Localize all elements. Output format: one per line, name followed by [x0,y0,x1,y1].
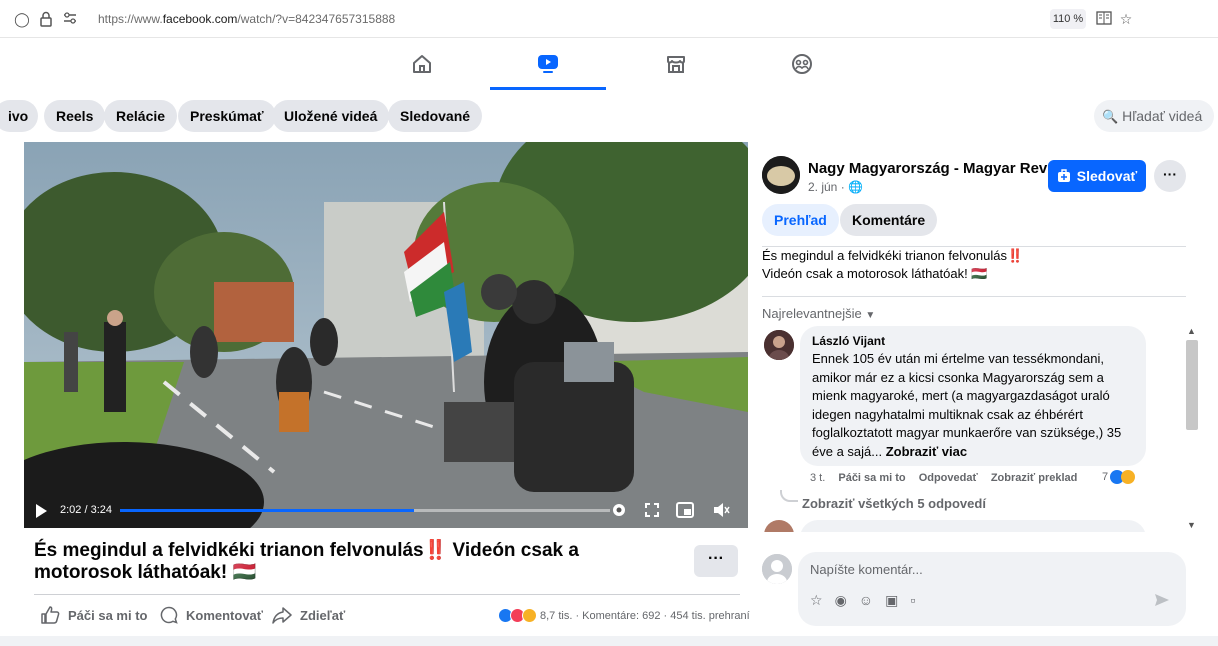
comment-like-link[interactable]: Páči sa mi to [838,472,905,484]
settings-icon[interactable] [610,501,628,524]
play-icon[interactable] [34,503,48,524]
post-description-line-2: Videón csak a motorosok láthatóak! 🇭🇺 [762,266,988,281]
haha-reaction-icon [1121,470,1136,484]
tab-overview[interactable]: Prehľad [762,204,839,236]
nav-tab-watch[interactable] [490,38,606,90]
follow-icon [1057,169,1070,182]
haha-reaction-icon [522,608,537,623]
post-date[interactable]: 2. jún · 🌐 [808,180,863,194]
video-progress-fill [120,509,414,512]
permissions-icon[interactable] [62,11,78,27]
comment-translate-link[interactable]: Zobraziť preklad [991,472,1078,484]
share-button[interactable]: Zdieľať [272,606,345,624]
scroll-down-icon[interactable]: ▼ [1187,520,1196,530]
camera-icon[interactable]: ▫ [910,592,915,609]
comment-reply-link[interactable]: Odpovedať [919,472,978,484]
comment-author[interactable]: László Vijant [812,334,1134,348]
volume-icon[interactable] [712,502,730,523]
facebook-top-nav [0,38,1218,90]
sticker-icon[interactable]: ◉ [835,592,847,609]
zoom-level-badge[interactable]: 110 % [1050,9,1086,29]
pill-shows[interactable]: Relácie [104,100,178,132]
pill-saved-videos[interactable]: Uložené videá [272,100,390,132]
post-description-line-1: És megindul a felvidkéki trianon felvonu… [762,248,1024,263]
pill-explore[interactable]: Preskúmať [178,100,276,132]
reaction-stats[interactable]: 8,7 tis. · Komentáre: 692 · 454 tis. pre… [498,608,750,623]
nav-tab-home[interactable] [364,38,480,90]
url-field[interactable]: https://www.facebook.com/watch/?v=842347… [98,12,395,26]
pill-reels[interactable]: Reels [44,100,106,132]
watch-icon [538,54,558,73]
comment-actions: 3 t. Páči sa mi to Odpovedať Zobraziť pr… [810,472,1087,484]
like-button[interactable]: Páči sa mi to [40,606,147,624]
see-more-link[interactable]: Zobraziť viac [886,444,967,459]
comment-input-placeholder[interactable]: Napíšte komentár... [810,562,923,577]
pill-following[interactable]: Sledované [388,100,483,132]
bookmark-star-icon[interactable]: ☆ [1118,11,1134,27]
video-player[interactable]: 2:02 / 3:24 [24,142,748,528]
comment-icon [160,606,178,624]
miniplayer-icon[interactable] [676,502,694,523]
video-frame [24,142,748,528]
pill-live[interactable]: ivo [0,100,39,132]
nav-tab-marketplace[interactable] [618,38,734,90]
thumbs-up-icon [41,606,60,624]
groups-icon [792,54,812,74]
share-icon [272,607,292,624]
current-user-avatar[interactable] [762,554,792,584]
home-icon [413,55,431,73]
gif-icon[interactable]: ▣ [885,592,898,609]
scroll-up-icon[interactable]: ▲ [1187,326,1196,336]
commenter-avatar[interactable] [764,520,794,532]
video-title: És megindul a felvidkéki trianon felvonu… [34,540,579,583]
comment-text: Ennek 105 év után mi értelme van tessékm… [812,351,1122,459]
comments-list: László Vijant Ennek 105 év után mi értel… [760,326,1200,532]
nav-tab-groups[interactable] [744,38,860,90]
reply-thread-line [780,490,798,502]
comment-bubble [800,520,1146,532]
follow-button[interactable]: Sledovať [1048,160,1146,192]
video-time: 2:02 / 3:24 [60,504,112,516]
comment-button[interactable]: Komentovať [160,606,263,624]
tab-comments[interactable]: Komentáre [840,204,938,236]
globe-icon: 🌐 [848,180,863,194]
comment-sort-dropdown[interactable]: Najrelevantnejšie ▼ [762,306,875,321]
divider [34,594,740,595]
comment-bubble: László Vijant Ennek 105 év után mi értel… [800,326,1146,466]
divider [762,296,1186,297]
browser-url-bar: ◯ https://www.facebook.com/watch/?v=8423… [0,0,1218,38]
search-videos-input[interactable]: 🔍 Hľadať videá [1094,100,1214,132]
watch-category-bar: ivo Reels Relácie Preskúmať Uložené vide… [0,96,1218,136]
comment-reactions[interactable]: 7 [1102,470,1136,484]
comment-age[interactable]: 3 t. [810,472,825,484]
post-side-panel: Nagy Magyarország - Magyar Revízió 2. jú… [760,142,1200,636]
comments-scrollbar[interactable]: ▲ ▼ [1184,326,1198,532]
fullscreen-icon[interactable] [644,502,660,523]
page-avatar[interactable] [762,156,800,194]
lock-icon[interactable] [38,11,54,27]
avatar-sticker-icon[interactable]: ☆ [810,592,823,609]
search-icon: 🔍 [1102,109,1119,124]
comment-composer[interactable]: Napíšte komentár... ☆ ◉ ☺ ▣ ▫ [798,552,1186,626]
marketplace-icon [667,56,685,73]
composer-tools: ☆ ◉ ☺ ▣ ▫ [810,592,915,609]
page-bottom-strip [0,636,1218,646]
video-more-options-button[interactable]: ··· [694,545,738,577]
shield-icon[interactable]: ◯ [14,11,30,27]
scroll-thumb[interactable] [1186,340,1198,430]
page-name-link[interactable]: Nagy Magyarország - Magyar Revízió [808,160,1072,177]
video-actions-row: Páči sa mi to Komentovať Zdieľať 8,7 tis… [34,600,750,630]
video-controls-bar: 2:02 / 3:24 [24,494,748,528]
view-replies-link[interactable]: Zobraziť všetkých 5 odpovedí [802,496,986,511]
send-icon[interactable] [1154,592,1170,613]
commenter-avatar[interactable] [764,330,794,360]
page-more-options-button[interactable]: ··· [1154,160,1186,192]
emoji-icon[interactable]: ☺ [859,592,873,609]
divider [762,246,1186,247]
caret-down-icon: ▼ [865,310,876,321]
reader-view-icon[interactable] [1096,11,1112,27]
